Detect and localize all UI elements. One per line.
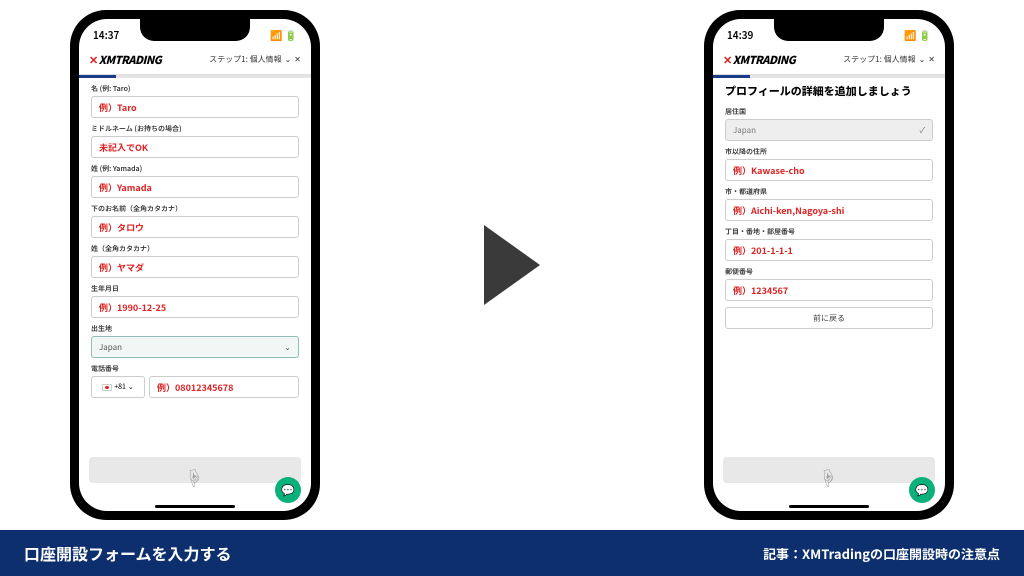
screen: 14:37 📶🔋 XMTRADING ステップ1: 個人情報⌄✕ 名 (例: T… (79, 19, 311, 511)
label-addr: 市以降の住所 (725, 147, 933, 157)
progress-bar (79, 75, 311, 78)
label-city: 市・都道府県 (725, 187, 933, 197)
input-street[interactable]: 例）201-1-1-1 (725, 239, 933, 261)
label-zip: 郵便番号 (725, 267, 933, 277)
screen: 14:39 📶🔋 XMTRADING ステップ1: 個人情報⌄✕ プロフィールの… (713, 19, 945, 511)
input-addr[interactable]: 例）Kawase-cho (725, 159, 933, 181)
chat-icon: 💬 (915, 482, 929, 498)
help-fab[interactable]: 💬 (909, 477, 935, 503)
flag-icon (102, 384, 112, 391)
brand-logo: XMTRADING (89, 52, 161, 68)
select-tel-code[interactable]: +81⌄ (91, 376, 145, 398)
input-kana2[interactable]: 例）ヤマダ (91, 256, 299, 278)
phone-right: 14:39 📶🔋 XMTRADING ステップ1: 個人情報⌄✕ プロフィールの… (704, 10, 954, 520)
home-indicator (789, 505, 869, 508)
label-tel: 電話番号 (91, 364, 299, 374)
select-country[interactable]: Japan✓ (725, 119, 933, 141)
label-street: 丁目・番地・部屋番号 (725, 227, 933, 237)
input-city[interactable]: 例）Aichi-ken,Nagoya-shi (725, 199, 933, 221)
select-birthplace[interactable]: Japan⌄ (91, 336, 299, 358)
submit-button[interactable]: ☟ (89, 457, 301, 483)
chevron-down-icon: ⌄ (919, 54, 926, 65)
input-middle[interactable]: 未記入でOK (91, 136, 299, 158)
input-kana1[interactable]: 例）タロウ (91, 216, 299, 238)
arrow-icon (484, 225, 540, 305)
label-birthplace: 出生地 (91, 324, 299, 334)
banner-left: 口座開設フォームを入力する (24, 541, 232, 565)
pointer-icon: ☟ (816, 463, 840, 493)
chevron-down-icon: ⌄ (285, 54, 292, 65)
label-kana2: 姓（全角カタカナ） (91, 244, 299, 254)
pointer-icon: ☟ (182, 463, 206, 493)
submit-button[interactable]: ☟ (723, 457, 935, 483)
caption-banner: 口座開設フォームを入力する 記事：XMTradingの口座開設時の注意点 (0, 530, 1024, 576)
brand-logo: XMTRADING (723, 52, 795, 68)
chevron-down-icon: ⌄ (284, 342, 291, 353)
close-icon[interactable]: ✕ (294, 54, 301, 65)
status-icons: 📶🔋 (904, 27, 931, 42)
progress-bar (713, 75, 945, 78)
check-icon: ✓ (920, 125, 925, 136)
back-button[interactable]: 前に戻る (725, 307, 933, 329)
label-name: 名 (例: Taro) (91, 84, 299, 94)
input-zip[interactable]: 例）1234567 (725, 279, 933, 301)
label-kana1: 下のお名前（全角カタカナ） (91, 204, 299, 214)
input-tel[interactable]: 例）08012345678 (149, 376, 299, 398)
notch (774, 19, 884, 41)
input-name[interactable]: 例）Taro (91, 96, 299, 118)
home-indicator (155, 505, 235, 508)
step-indicator[interactable]: ステップ1: 個人情報⌄✕ (843, 54, 935, 65)
page-title: プロフィールの詳細を追加しましょう (725, 84, 933, 99)
status-icons: 📶🔋 (270, 27, 297, 42)
close-icon[interactable]: ✕ (928, 54, 935, 65)
input-dob[interactable]: 例）1990-12-25 (91, 296, 299, 318)
status-time: 14:39 (727, 27, 753, 42)
app-header: XMTRADING ステップ1: 個人情報⌄✕ (713, 45, 945, 75)
banner-right: 記事：XMTradingの口座開設時の注意点 (763, 544, 1000, 563)
label-country: 居住国 (725, 107, 933, 117)
form-content: プロフィールの詳細を追加しましょう 居住国 Japan✓ 市以降の住所例）Kawa… (713, 78, 945, 478)
step-indicator[interactable]: ステップ1: 個人情報⌄✕ (209, 54, 301, 65)
help-fab[interactable]: 💬 (275, 477, 301, 503)
app-header: XMTRADING ステップ1: 個人情報⌄✕ (79, 45, 311, 75)
status-time: 14:37 (93, 27, 119, 42)
form-content: 名 (例: Taro)例）Taro ミドルネーム (お持ちの場合)未記入でOK … (79, 78, 311, 478)
label-middle: ミドルネーム (お持ちの場合) (91, 124, 299, 134)
input-last[interactable]: 例）Yamada (91, 176, 299, 198)
phone-left: 14:37 📶🔋 XMTRADING ステップ1: 個人情報⌄✕ 名 (例: T… (70, 10, 320, 520)
label-last: 姓 (例: Yamada) (91, 164, 299, 174)
notch (140, 19, 250, 41)
label-dob: 生年月日 (91, 284, 299, 294)
chat-icon: 💬 (281, 482, 295, 498)
